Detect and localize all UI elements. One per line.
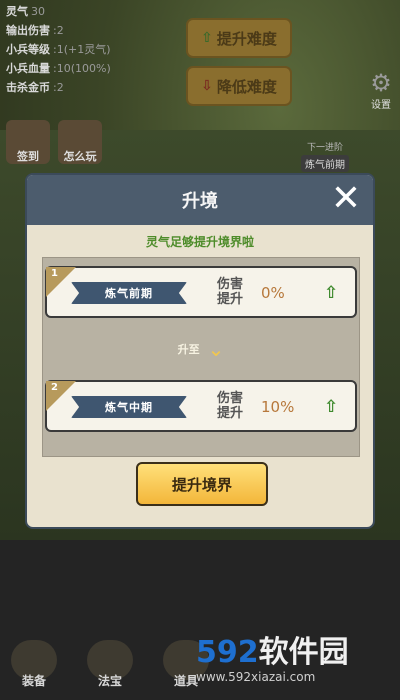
damage-label: 伤害提升 [216,277,243,307]
realm-progress-tag: 下一进阶 炼气前期 [280,140,370,176]
site-watermark: 592软件园 www.592xiazai.com [196,636,400,696]
decrease-difficulty-label: 降低难度 [216,77,277,96]
realm-name: 炼气前期 [71,282,187,304]
current-realm-card: 1 炼气前期 伤害提升 0% ⇧ [45,266,357,318]
stats-panel: 灵气 30 输出伤害:2 小兵等级:1(+1灵气) 小兵血量:10(100%) 击… [6,2,176,97]
realm-name: 炼气中期 [71,396,187,418]
chevron-down-icon: ⌄ [207,337,225,361]
settings-label: 设置 [371,100,391,111]
damage-label: 伤害提升 [216,391,243,421]
upgrade-realm-button[interactable]: 提升境界 [136,462,268,506]
nav-label: 装备 [21,674,46,688]
stat-value: :10(100%) [53,62,111,75]
damage-value: 0% [261,284,285,302]
stat-value: :2 [53,81,64,94]
stat-row: 小兵等级:1(+1灵气) [6,40,176,59]
rank-number: 1 [51,268,58,279]
stat-label: 输出伤害 [6,24,50,37]
watermark-url: www.592xiazai.com [196,670,316,684]
stat-label: 灵气 [6,5,28,18]
arrow-up-icon: ⇧ [201,30,213,46]
increase-difficulty-button[interactable]: ⇧ 提升难度 [186,18,292,58]
nav-label: 法宝 [97,674,122,688]
howto-label: 怎么玩 [63,150,97,163]
upgrade-to-indicator: 升至 ⌄ [43,334,359,364]
settings-button[interactable]: ⚙ 设置 [364,69,398,111]
current-realm-label: 炼气前期 [301,155,349,172]
stat-label: 小兵等级 [6,43,50,56]
nav-treasure[interactable]: 法宝 [80,640,140,700]
watermark-logo-text: 软件园 [258,635,349,670]
stat-label: 小兵血量 [6,62,50,75]
realm-progress-text: 下一进阶 [306,143,343,153]
upgrade-to-label: 升至 [177,343,200,356]
dialog-header: 升境 [27,175,373,225]
damage-value: 10% [261,398,295,416]
decrease-difficulty-button[interactable]: ⇩ 降低难度 [186,66,292,106]
stat-value: 30 [31,5,45,18]
stat-value: :2 [53,24,64,37]
stat-row: 小兵血量:10(100%) [6,59,176,78]
nav-equipment[interactable]: 装备 [4,640,64,700]
signin-button[interactable]: 签到 [6,120,50,164]
stat-row: 击杀金币:2 [6,78,176,97]
arrow-up-icon: ⇧ [324,397,339,417]
howto-button[interactable]: 怎么玩 [58,120,102,164]
gear-icon: ⚙ [370,69,392,97]
arrow-up-icon: ⇧ [324,283,339,303]
close-icon: ✕ [330,178,362,219]
watermark-logo-number: 592 [196,635,259,670]
stat-label: 击杀金币 [6,81,50,94]
stat-row: 灵气 30 [6,2,176,21]
arrow-down-icon: ⇩ [201,78,213,94]
watermark-logo: 592软件园 [196,636,400,670]
upgrade-hint: 灵气足够提升境界啦 [145,235,254,249]
stat-value: :1(+1灵气) [53,43,111,56]
increase-difficulty-label: 提升难度 [216,29,277,48]
rank-number: 2 [51,382,58,393]
close-button[interactable]: ✕ [327,177,365,221]
dialog-title: 升境 [182,191,218,212]
stat-row: 输出伤害:2 [6,21,176,40]
realm-compare-panel: 1 炼气前期 伤害提升 0% ⇧ 升至 ⌄ 2 炼气中期 伤害提升 10% ⇧ [42,257,360,457]
next-realm-card: 2 炼气中期 伤害提升 10% ⇧ [45,380,357,432]
realm-upgrade-dialog: 升境 ✕ 灵气足够提升境界啦 1 炼气前期 伤害提升 0% ⇧ 升至 ⌄ 2 炼… [25,173,375,529]
signin-label: 签到 [17,150,39,163]
